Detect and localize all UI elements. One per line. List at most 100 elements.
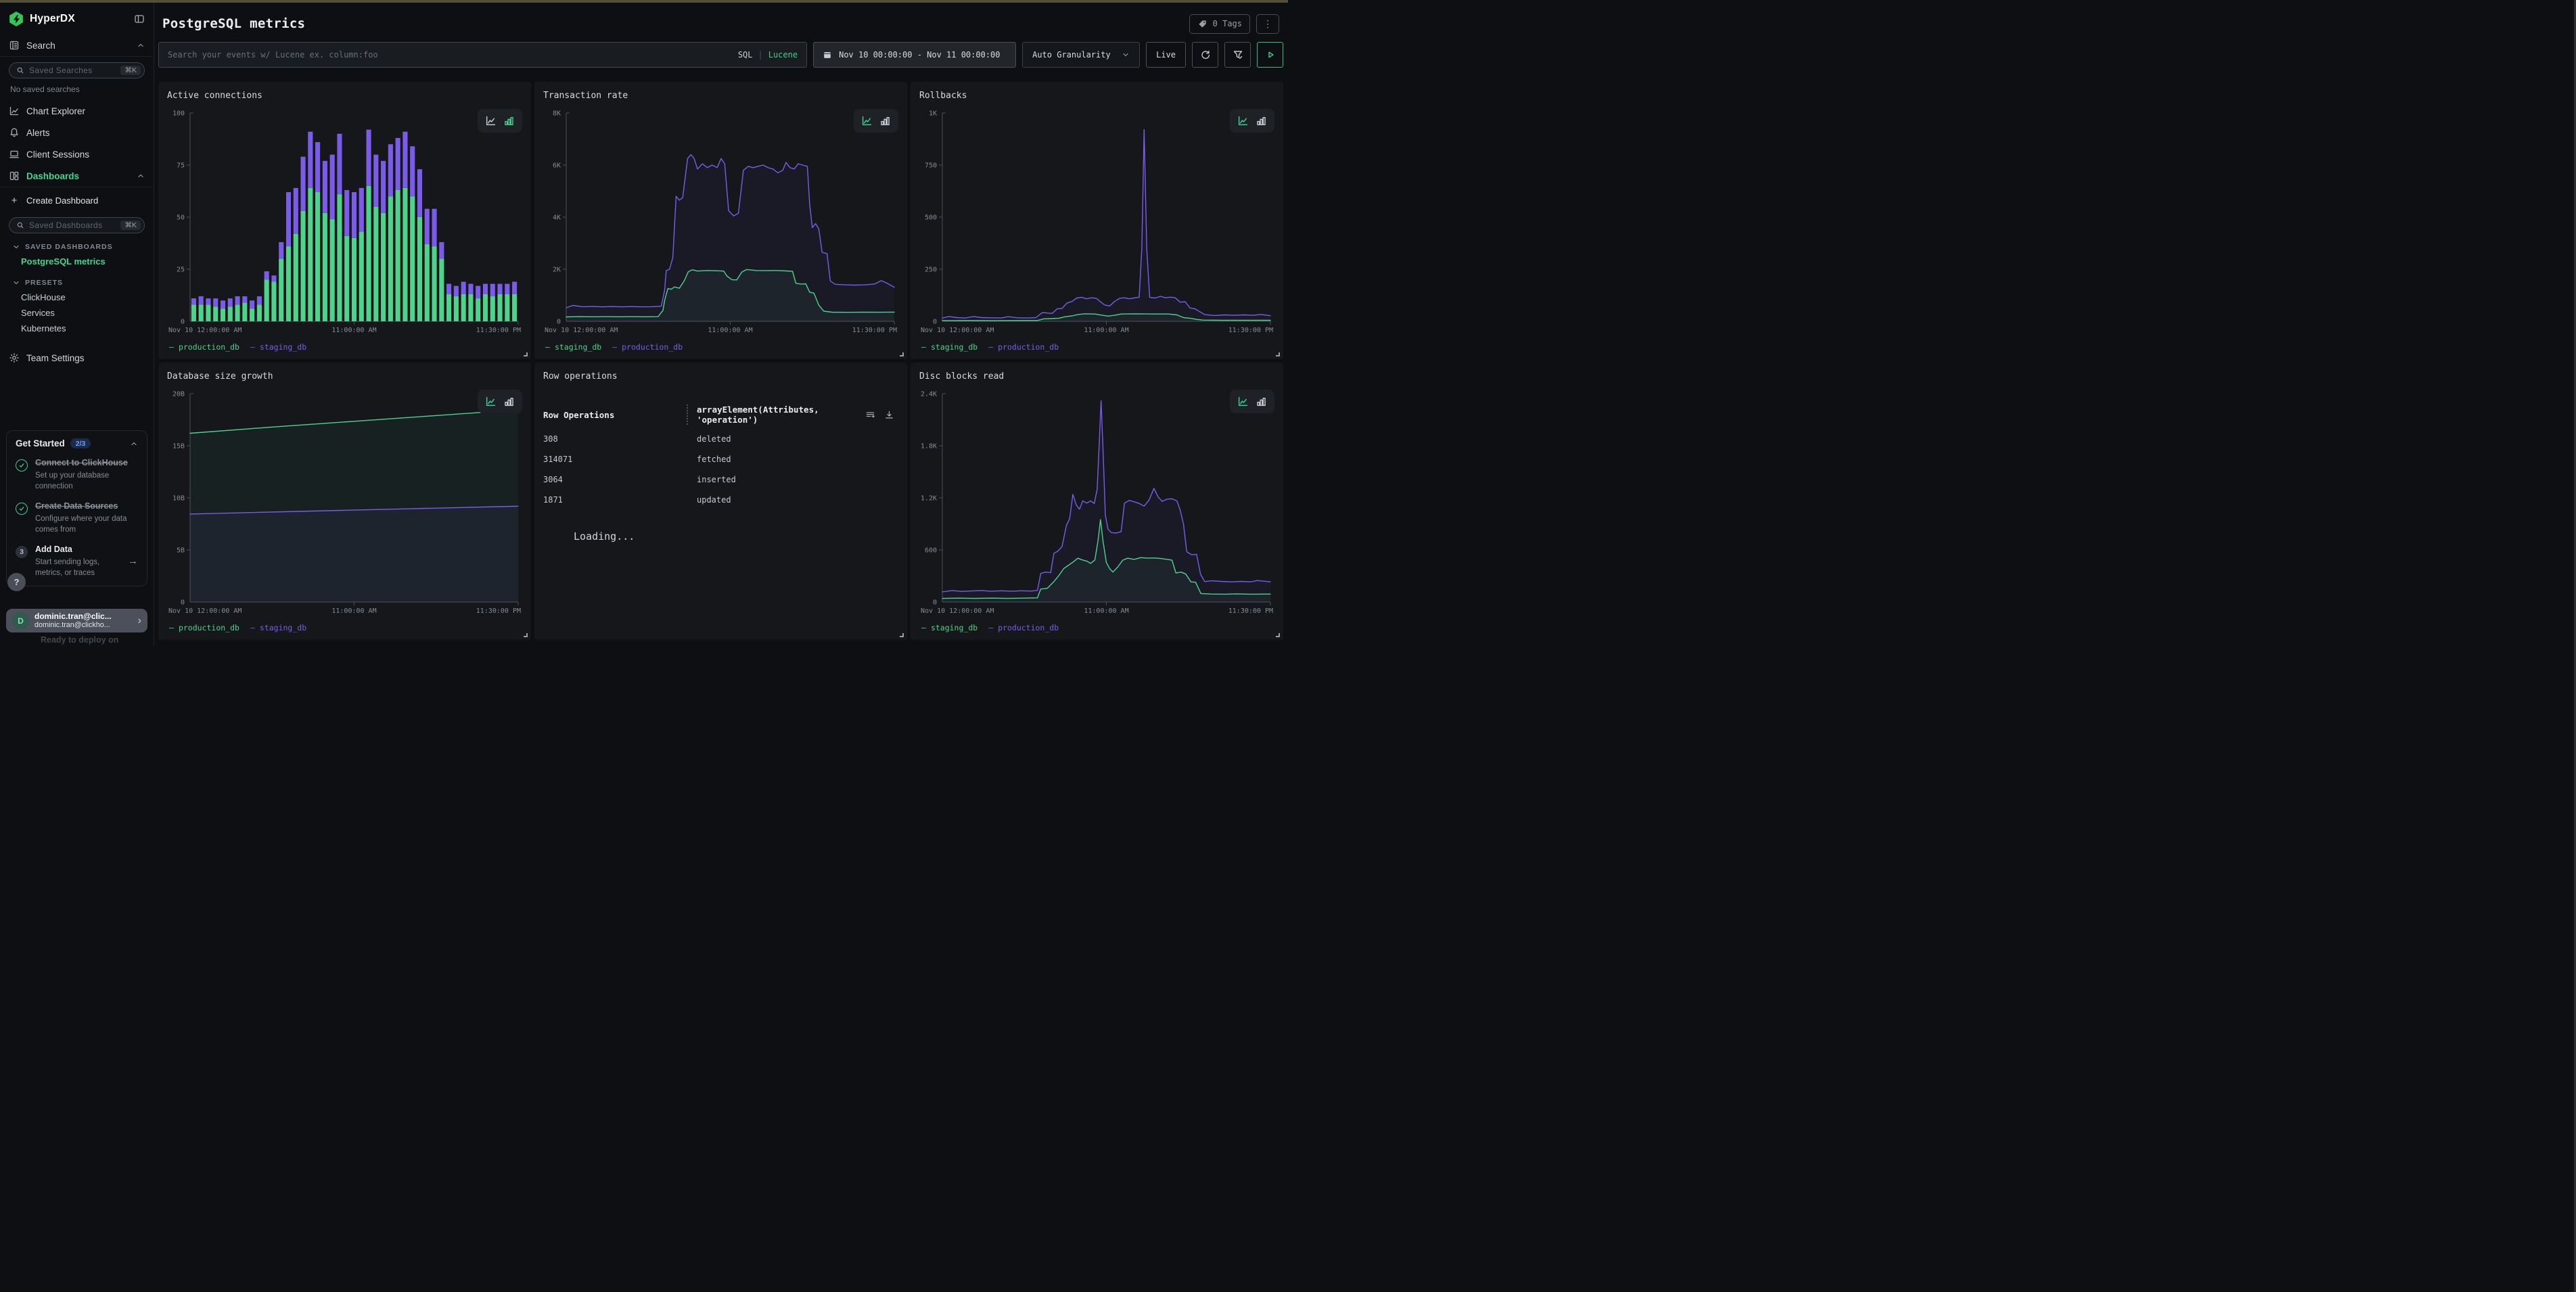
- sidebar-item-team-settings[interactable]: Team Settings: [0, 347, 154, 369]
- line-chart[interactable]: 06001.2K1.8K2.4KNov 10 12:00:00 AM11:00:…: [919, 383, 1274, 621]
- sidebar-dashboard-postgresql-metrics[interactable]: PostgreSQL metrics: [0, 254, 154, 269]
- time-range-picker[interactable]: Nov 10 00:00:00 - Nov 11 00:00:00: [813, 42, 1016, 68]
- get-started-step-connect[interactable]: Connect to ClickHouse Set up your databa…: [16, 457, 138, 492]
- line-chart-icon[interactable]: [485, 115, 497, 126]
- sidebar-item-dashboards[interactable]: Dashboards: [0, 165, 154, 187]
- granularity-select[interactable]: Auto Granularity: [1022, 42, 1140, 68]
- search-panel-icon: [9, 40, 20, 51]
- search-input[interactable]: [168, 50, 731, 60]
- line-chart-icon: [9, 106, 20, 116]
- chart-title: Disc blocks read: [919, 371, 1274, 382]
- legend-item[interactable]: —staging_db: [921, 623, 978, 632]
- svg-text:11:00:00 AM: 11:00:00 AM: [1084, 607, 1128, 615]
- main-content: PostgreSQL metrics 0 Tags ⋮ SQL | Lucene: [154, 3, 1288, 646]
- help-button[interactable]: ?: [7, 573, 26, 591]
- tags-button[interactable]: 0 Tags: [1189, 14, 1250, 34]
- sidebar-preset-clickhouse[interactable]: ClickHouse: [0, 290, 154, 305]
- bar-chart-icon[interactable]: [879, 115, 891, 126]
- bar-chart-icon[interactable]: [503, 396, 515, 407]
- table-row[interactable]: 308deleted: [543, 429, 898, 449]
- legend-item[interactable]: —production_db: [169, 623, 239, 632]
- create-dashboard-button[interactable]: + Create Dashboard: [0, 187, 154, 212]
- expand-columns-icon[interactable]: [865, 410, 875, 420]
- resize-handle[interactable]: [524, 633, 528, 637]
- bar-chart-icon[interactable]: [503, 115, 515, 126]
- legend-item[interactable]: —production_db: [988, 342, 1059, 352]
- column-header[interactable]: Row Operations: [543, 410, 687, 420]
- run-query-button[interactable]: [1257, 42, 1283, 68]
- table-row[interactable]: 3064inserted: [543, 469, 898, 490]
- legend-item[interactable]: —staging_db: [921, 342, 978, 352]
- saved-dashboards-search[interactable]: ⌘K: [9, 217, 145, 233]
- legend-item[interactable]: —production_db: [988, 623, 1059, 632]
- line-chart[interactable]: 02K4K6K8KNov 10 12:00:00 AM11:00:00 AM11…: [543, 102, 898, 340]
- get-started-step-add-data[interactable]: 3 Add Data Start sending logs, metrics, …: [16, 544, 138, 578]
- resize-handle[interactable]: [1276, 633, 1280, 637]
- sql-toggle[interactable]: SQL: [738, 50, 753, 60]
- sidebar-item-search[interactable]: Search: [0, 34, 154, 56]
- legend-item[interactable]: —production_db: [169, 342, 239, 352]
- presets-header[interactable]: PRESETS: [0, 269, 154, 290]
- download-icon[interactable]: [884, 410, 894, 420]
- sidebar-preset-kubernetes[interactable]: Kubernetes: [0, 321, 154, 336]
- sidebar-collapse-icon[interactable]: [134, 14, 145, 24]
- svg-text:11:30:00 PM: 11:30:00 PM: [476, 607, 521, 615]
- chart-legend: —production_db —staging_db: [167, 623, 522, 632]
- line-chart-icon[interactable]: [1237, 115, 1249, 126]
- event-search[interactable]: SQL | Lucene: [158, 42, 807, 68]
- saved-dashboards-header[interactable]: SAVED DASHBOARDS: [0, 237, 154, 254]
- line-chart-icon[interactable]: [485, 396, 497, 407]
- resize-handle[interactable]: [524, 352, 528, 356]
- saved-searches-input[interactable]: [29, 66, 116, 75]
- live-button[interactable]: Live: [1146, 42, 1186, 68]
- sidebar-item-alerts[interactable]: Alerts: [0, 122, 154, 143]
- chart-type-toggle: [478, 390, 522, 413]
- svg-text:Nov 10 12:00:00 AM: Nov 10 12:00:00 AM: [168, 607, 242, 615]
- legend-item[interactable]: —staging_db: [545, 342, 601, 352]
- resize-handle[interactable]: [900, 352, 904, 356]
- resize-handle[interactable]: [1276, 352, 1280, 356]
- line-chart[interactable]: 05B10B15B20BNov 10 12:00:00 AM11:00:00 A…: [167, 383, 522, 621]
- chart-legend: —production_db —staging_db: [167, 342, 522, 352]
- bar-chart-icon[interactable]: [1256, 396, 1267, 407]
- resize-handle[interactable]: [900, 633, 904, 637]
- svg-text:20B: 20B: [172, 391, 185, 398]
- saved-searches-search[interactable]: ⌘K: [9, 62, 145, 78]
- svg-text:0: 0: [557, 319, 561, 326]
- refresh-icon: [1200, 49, 1211, 60]
- stacked-bar-chart[interactable]: 0255075100Nov 10 12:00:00 AM11:00:00 AM1…: [167, 102, 522, 340]
- more-menu-button[interactable]: ⋮: [1256, 14, 1279, 34]
- legend-item[interactable]: —production_db: [612, 342, 683, 352]
- legend-swatch: —: [169, 623, 174, 632]
- bar-chart-icon[interactable]: [1256, 115, 1267, 126]
- user-menu[interactable]: D dominic.tran@clic... dominic.tran@clic…: [6, 609, 147, 632]
- legend-item[interactable]: —staging_db: [250, 342, 306, 352]
- get-started-progress-badge: 2/3: [70, 438, 91, 448]
- filter-button[interactable]: [1224, 42, 1251, 68]
- svg-text:11:00:00 AM: 11:00:00 AM: [331, 327, 376, 334]
- lucene-toggle[interactable]: Lucene: [768, 50, 798, 60]
- column-header[interactable]: arrayElement(Attributes, 'operation'): [697, 405, 865, 425]
- dashboards-icon: [9, 170, 20, 181]
- sidebar-item-client-sessions[interactable]: Client Sessions: [0, 143, 154, 165]
- svg-text:250: 250: [925, 267, 937, 274]
- chevron-up-icon[interactable]: [130, 440, 138, 448]
- get-started-step-sources[interactable]: Create Data Sources Configure where your…: [16, 501, 138, 535]
- svg-text:1K: 1K: [929, 110, 937, 118]
- sidebar-item-chart-explorer[interactable]: Chart Explorer: [0, 100, 154, 122]
- svg-text:0: 0: [933, 599, 937, 607]
- refresh-button[interactable]: [1192, 42, 1218, 68]
- legend-item[interactable]: —staging_db: [250, 623, 306, 632]
- sidebar-preset-services[interactable]: Services: [0, 305, 154, 321]
- time-range-value: Nov 10 00:00:00 - Nov 11 00:00:00: [839, 50, 1000, 60]
- svg-text:Nov 10 12:00:00 AM: Nov 10 12:00:00 AM: [168, 327, 242, 334]
- step-desc: Start sending logs, metrics, or traces: [35, 557, 120, 578]
- table-row[interactable]: 314071fetched: [543, 449, 898, 469]
- line-chart-icon[interactable]: [861, 115, 873, 126]
- table-row[interactable]: 1871updated: [543, 490, 898, 510]
- line-chart[interactable]: 02505007501KNov 10 12:00:00 AM11:00:00 A…: [919, 102, 1274, 340]
- line-chart-icon[interactable]: [1237, 396, 1249, 407]
- saved-dashboards-input[interactable]: [29, 221, 116, 230]
- column-resize-handle[interactable]: [687, 405, 688, 425]
- chart-title: Rollbacks: [919, 91, 1274, 101]
